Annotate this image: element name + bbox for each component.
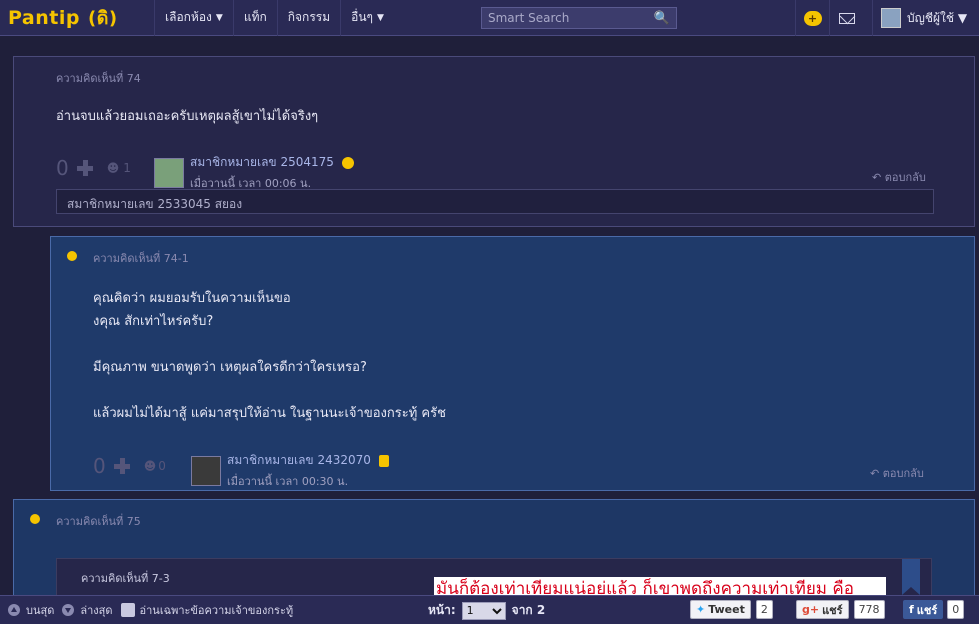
member-avatar[interactable] [154, 157, 184, 188]
comment-title: ความคิดเห็นที่ 74 [56, 72, 141, 85]
search-icon[interactable]: 🔍 [654, 11, 670, 26]
facebook-label: แชร์ [916, 603, 938, 617]
reply-button[interactable]: ↶ ตอบกลับ [872, 168, 926, 186]
comment-text: อ่านจบแล้วยอมเถอะครับเหตุผลสู้เขาไม่ได้จ… [56, 109, 319, 124]
gplus-count: 778 [853, 600, 885, 619]
emotion-count: 0 [158, 459, 166, 473]
user-menu-label: บัญชีผู้ใช้ ▼ [907, 10, 968, 25]
bottom-bar: บนสุด ล่างสุด อ่านเฉพาะข้อความเจ้าของกระ… [0, 595, 979, 624]
comment-74-1: ความคิดเห็นที่ 74-1 คุณคิดว่า ผมยอมรับใน… [50, 236, 975, 491]
avatar [881, 8, 901, 28]
sub-comment-text: สมาชิกหมายเลข 2533045 สยอง [67, 197, 243, 211]
mail-button[interactable] [829, 0, 863, 36]
tweet-count: 2 [755, 600, 773, 619]
nav-activities-label: กิจกรรม [287, 10, 331, 24]
facebook-share: f แชร์ 0 [903, 600, 965, 619]
page-select[interactable]: 1 [461, 601, 506, 620]
page-of-label: จาก 2 [511, 603, 546, 617]
pager: หน้า: 1 จาก 2 [428, 601, 545, 620]
quoted-comment-title: ความคิดเห็นที่ 7-3 [81, 572, 170, 585]
nav-activities[interactable]: กิจกรรม [276, 0, 340, 36]
vote-area: 0 ☻ 0 [93, 454, 166, 478]
owner-only-button[interactable]: อ่านเฉพาะข้อความเจ้าของกระทู้ [120, 601, 294, 619]
member-info: สมาชิกหมายเลข 2504175 เมื่อวานนี้ เวลา 0… [154, 153, 354, 192]
owner-icon [120, 603, 135, 617]
comment-title: ความคิดเห็นที่ 74-1 [93, 252, 189, 265]
nav-more-label: อื่นๆ [351, 10, 373, 24]
twitter-icon: ✦ [696, 603, 706, 616]
arrow-up-icon [8, 604, 20, 616]
gplus-icon: g+ [802, 603, 820, 616]
chat-icon: + [803, 10, 822, 26]
vote-area: 0 ☻ 1 [56, 156, 131, 180]
arrow-down-icon [62, 604, 75, 616]
gplus-label: แชร์ [822, 603, 843, 617]
logo-mark: (ดิ) [87, 8, 118, 29]
logo-text: Pantip [8, 6, 80, 29]
reply-arrow-icon: ↶ [872, 171, 885, 184]
tweet-share: ✦ Tweet 2 [690, 600, 773, 619]
scroll-bottom-label: ล่างสุด [80, 604, 113, 617]
plus-vote-icon[interactable] [76, 160, 93, 176]
plus-vote-icon[interactable] [113, 458, 130, 474]
facebook-count: 0 [947, 600, 965, 619]
top-icons: + [795, 0, 863, 36]
member-status-icon [30, 514, 40, 524]
scroll-bottom-button[interactable]: ล่างสุด [62, 601, 113, 619]
emotion-icon[interactable]: ☻ [144, 459, 157, 473]
member-status-icon [67, 251, 77, 261]
facebook-button[interactable]: f แชร์ [903, 600, 944, 619]
member-info: สมาชิกหมายเลข 2432070 เมื่อวานนี้ เวลา 0… [191, 451, 389, 490]
bookmark-icon[interactable] [902, 559, 920, 595]
pantip-logo[interactable]: Pantip (ดิ) [0, 0, 154, 36]
owner-only-label: อ่านเฉพาะข้อความเจ้าของกระทู้ [139, 604, 294, 617]
scroll-top-button[interactable]: บนสุด [8, 601, 54, 619]
emotion-icon[interactable]: ☻ [107, 161, 120, 175]
comment-74: ความคิดเห็นที่ 74 อ่านจบแล้วยอมเถอะครับเ… [13, 56, 975, 227]
top-navbar: Pantip (ดิ) เลือกห้อง ▼ แท็ก กิจกรรม อื่… [0, 0, 979, 36]
mail-icon [838, 12, 855, 24]
reply-button[interactable]: ↶ ตอบกลับ [870, 464, 924, 482]
comment-time: เมื่อวานนี้ เวลา 00:30 น. [227, 475, 349, 488]
gplus-button[interactable]: g+ แชร์ [796, 600, 849, 619]
member-avatar[interactable] [191, 455, 221, 486]
nav-tags[interactable]: แท็ก [232, 0, 277, 36]
chat-button[interactable]: + [795, 0, 829, 36]
chevron-down-icon: ▼ [215, 12, 223, 23]
member-badge-icon [378, 454, 389, 467]
vote-count: 0 [93, 454, 106, 478]
nav-choose-room-label: เลือกห้อง [165, 10, 212, 24]
smiley-badge-icon [341, 156, 354, 169]
vote-count: 0 [56, 156, 69, 180]
search-box: 🔍 [481, 7, 677, 29]
reply-arrow-icon: ↶ [870, 467, 883, 480]
emotion-count: 1 [123, 161, 131, 175]
chevron-down-icon: ▼ [376, 12, 384, 23]
search-input[interactable] [488, 11, 648, 25]
tweet-button[interactable]: ✦ Tweet [690, 600, 751, 619]
nav-tags-label: แท็ก [243, 10, 267, 24]
member-name[interactable]: สมาชิกหมายเลข 2432070 [227, 453, 371, 467]
tweet-label: Tweet [708, 603, 745, 616]
comment-title: ความคิดเห็นที่ 75 [56, 515, 141, 528]
member-name[interactable]: สมาชิกหมายเลข 2504175 [190, 155, 334, 169]
user-menu[interactable]: บัญชีผู้ใช้ ▼ [872, 0, 967, 36]
nav-choose-room[interactable]: เลือกห้อง ▼ [154, 0, 233, 36]
comment-text: คุณคิดว่า ผมยอมรับในความเห็นขอ งคุณ สักเ… [93, 291, 446, 421]
sub-comment-line: สมาชิกหมายเลข 2533045 สยอง [56, 189, 934, 214]
scroll-top-label: บนสุด [26, 604, 55, 617]
gplus-share: g+ แชร์ 778 [796, 600, 885, 619]
reply-label: ตอบกลับ [882, 467, 924, 480]
nav-more[interactable]: อื่นๆ ▼ [340, 0, 394, 36]
facebook-icon: f [909, 603, 914, 616]
page-label: หน้า: [428, 603, 456, 617]
reply-label: ตอบกลับ [884, 171, 926, 184]
